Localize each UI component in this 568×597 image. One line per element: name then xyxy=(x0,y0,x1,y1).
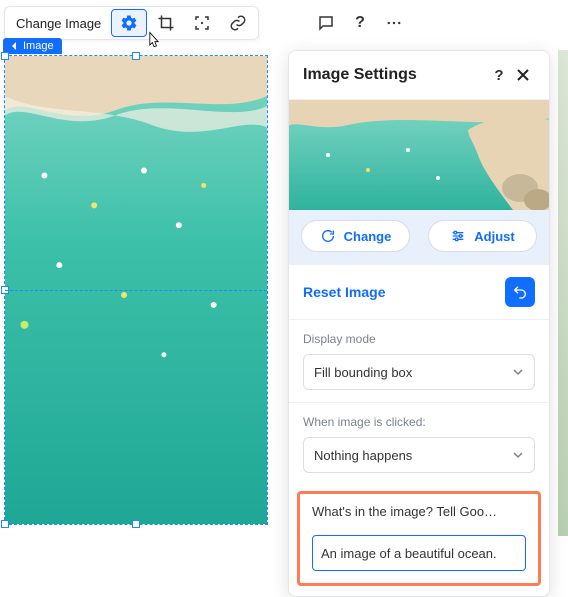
adjust-button[interactable]: Adjust xyxy=(428,220,537,252)
reset-row: Reset Image xyxy=(289,264,549,319)
resize-handle[interactable] xyxy=(1,520,9,528)
crop-button[interactable] xyxy=(149,9,183,37)
image-canvas-selection[interactable]: Image xyxy=(4,55,268,525)
comment-icon xyxy=(317,14,335,32)
click-action-select[interactable]: Nothing happens xyxy=(303,437,535,473)
question-icon: ? xyxy=(355,14,365,32)
focal-point-button[interactable] xyxy=(185,9,219,37)
crop-icon xyxy=(157,14,175,32)
image-settings-panel: Image Settings ? xyxy=(288,50,550,597)
selection-label-text: Image xyxy=(23,40,54,52)
adjust-icon xyxy=(450,228,466,244)
link-button[interactable] xyxy=(221,9,255,37)
alt-text-input[interactable] xyxy=(312,535,526,571)
alt-text-label: What's in the image? Tell Goo… xyxy=(312,504,526,519)
resize-handle[interactable] xyxy=(132,520,140,528)
image-preview xyxy=(289,100,549,210)
reset-image-link[interactable]: Reset Image xyxy=(303,284,505,300)
chevron-down-icon xyxy=(512,449,524,461)
selection-label[interactable]: Image xyxy=(3,38,62,54)
chevron-down-icon xyxy=(512,366,524,378)
help-button[interactable]: ? xyxy=(346,9,374,37)
change-image-label: Change Image xyxy=(16,16,101,31)
secondary-toolbar: ? xyxy=(312,6,408,40)
image-toolbar: Change Image xyxy=(4,6,259,40)
link-icon xyxy=(229,14,247,32)
click-action-value: Nothing happens xyxy=(314,448,512,463)
resize-handle[interactable] xyxy=(132,52,140,60)
panel-header: Image Settings ? xyxy=(289,51,549,100)
click-action-section: When image is clicked: Nothing happens xyxy=(289,402,549,485)
alt-text-section: What's in the image? Tell Goo… xyxy=(297,491,541,586)
panel-close-button[interactable] xyxy=(511,63,535,87)
refresh-icon xyxy=(320,228,336,244)
preview-image xyxy=(289,100,549,210)
click-action-label: When image is clicked: xyxy=(303,415,535,429)
gear-icon xyxy=(120,14,138,32)
adjust-button-label: Adjust xyxy=(474,229,514,244)
change-button[interactable]: Change xyxy=(301,220,410,252)
panel-help-button[interactable]: ? xyxy=(487,63,511,87)
close-icon xyxy=(516,68,530,82)
change-button-label: Change xyxy=(344,229,392,244)
more-button[interactable] xyxy=(380,9,408,37)
display-mode-select[interactable]: Fill bounding box xyxy=(303,354,535,390)
settings-button[interactable] xyxy=(111,9,147,37)
resize-handle[interactable] xyxy=(1,52,9,60)
change-image-button[interactable]: Change Image xyxy=(8,9,109,37)
more-icon xyxy=(385,14,403,32)
undo-button[interactable] xyxy=(505,277,535,307)
chevron-left-icon xyxy=(11,42,19,50)
focal-point-icon xyxy=(193,14,211,32)
display-mode-value: Fill bounding box xyxy=(314,365,512,380)
display-mode-label: Display mode xyxy=(303,332,535,346)
undo-icon xyxy=(512,284,528,300)
panel-title: Image Settings xyxy=(303,66,487,84)
question-icon: ? xyxy=(494,67,503,84)
panel-action-row: Change Adjust xyxy=(289,210,549,264)
comments-button[interactable] xyxy=(312,9,340,37)
center-guide xyxy=(5,290,267,291)
display-mode-section: Display mode Fill bounding box xyxy=(289,319,549,402)
page-background-strip xyxy=(558,50,568,536)
